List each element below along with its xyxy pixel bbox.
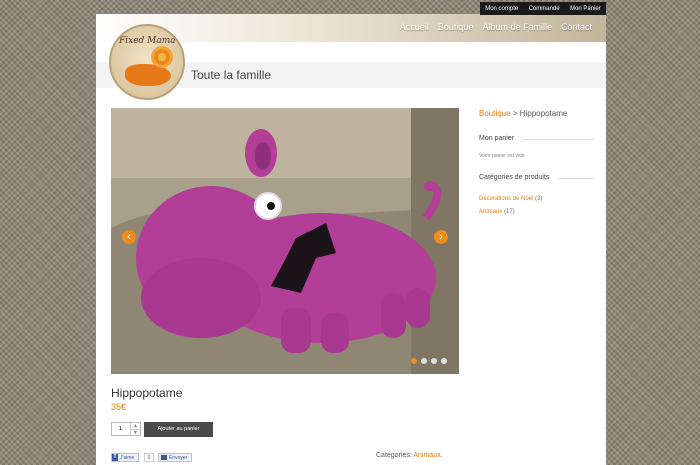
page-title: Toute la famille bbox=[191, 68, 272, 82]
categories-widget-title: Catégories de produits bbox=[479, 174, 594, 181]
quantity-up-button[interactable]: ▲ bbox=[130, 423, 140, 430]
quantity-down-button[interactable]: ▼ bbox=[130, 430, 140, 436]
product-price: 35€ bbox=[111, 402, 127, 412]
account-bar: Mon compte Commande Mon Panier bbox=[480, 2, 606, 15]
my-cart-link[interactable]: Mon Panier bbox=[570, 6, 601, 12]
slider-prev-button[interactable]: ‹ bbox=[122, 230, 136, 244]
product-category-link[interactable]: Animaux bbox=[413, 452, 440, 459]
add-to-cart-button[interactable]: Ajouter au panier bbox=[144, 422, 213, 437]
facebook-icon: f bbox=[112, 454, 118, 461]
snail-icon bbox=[151, 46, 173, 68]
cart-empty-text: Votre panier est vide bbox=[479, 153, 525, 159]
slider-dot-3[interactable] bbox=[431, 358, 437, 364]
my-account-link[interactable]: Mon compte bbox=[485, 6, 518, 12]
facebook-like-button[interactable]: f J'aime bbox=[111, 453, 139, 462]
slider-dot-2[interactable] bbox=[421, 358, 427, 364]
nav-album[interactable]: Album de Famille bbox=[482, 22, 552, 32]
slider-dot-4[interactable] bbox=[441, 358, 447, 364]
nav-home[interactable]: Accueil bbox=[400, 22, 429, 32]
page-container: Accueil Boutique Album de Famille Contac… bbox=[96, 14, 606, 465]
category-link-animals[interactable]: Animaux bbox=[479, 209, 502, 215]
nav-shop[interactable]: Boutique bbox=[438, 22, 474, 32]
product-title: Hippopotame bbox=[111, 386, 183, 400]
breadcrumb: Boutique > Hippopotame bbox=[479, 109, 594, 118]
slider-dot-1[interactable] bbox=[411, 358, 417, 364]
category-count: (3) bbox=[535, 196, 543, 202]
breadcrumb-separator: > bbox=[510, 109, 520, 118]
nav-contact[interactable]: Contact bbox=[561, 22, 592, 32]
product-image-slider[interactable]: ‹ › bbox=[111, 108, 459, 374]
slider-pagination bbox=[411, 358, 447, 364]
order-link[interactable]: Commande bbox=[529, 6, 560, 12]
categories-suffix: . bbox=[440, 452, 443, 459]
quantity-input[interactable] bbox=[113, 424, 128, 434]
facebook-send-button[interactable]: Envoyer bbox=[158, 453, 192, 462]
categories-label: Catégories: bbox=[376, 452, 414, 459]
category-link-decorations[interactable]: Décorations de Noël bbox=[479, 196, 533, 202]
envelope-icon bbox=[161, 455, 167, 460]
list-item: Animaux (17) bbox=[479, 206, 542, 219]
sidebar: Boutique > Hippopotame Mon panier Votre … bbox=[479, 109, 594, 215]
breadcrumb-shop-link[interactable]: Boutique bbox=[479, 109, 511, 118]
like-label: J'aime bbox=[120, 454, 135, 461]
site-logo[interactable]: Fixed Mama bbox=[109, 24, 185, 100]
logo-text: Fixed Mama bbox=[119, 36, 176, 46]
cart-widget-title: Mon panier bbox=[479, 135, 594, 142]
category-list: Décorations de Noël (3) Animaux (17) bbox=[479, 193, 542, 219]
product-categories: Catégories: Animaux. bbox=[376, 452, 443, 459]
category-count: (17) bbox=[504, 209, 515, 215]
send-label: Envoyer bbox=[169, 454, 188, 461]
list-item: Décorations de Noël (3) bbox=[479, 193, 542, 206]
breadcrumb-current: Hippopotame bbox=[519, 109, 568, 118]
slider-next-button[interactable]: › bbox=[434, 230, 448, 244]
like-count: 0 bbox=[144, 453, 154, 462]
main-nav: Accueil Boutique Album de Famille Contac… bbox=[400, 22, 592, 32]
quantity-stepper: ▲ ▼ bbox=[111, 422, 141, 436]
hippo-photo bbox=[111, 108, 459, 374]
